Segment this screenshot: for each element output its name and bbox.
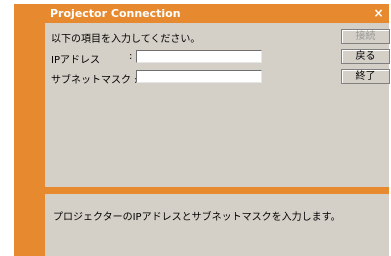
ip-address-input[interactable]: [136, 50, 262, 63]
instruction-text: 以下の項目を入力してください。: [51, 34, 201, 45]
subnet-mask-input[interactable]: [136, 70, 262, 83]
subnet-mask-label: サブネットマスク :: [51, 75, 138, 86]
projector-connection-dialog: Projector Connection × 以下の項目を入力してください。 I…: [14, 4, 390, 256]
help-text: プロジェクターのIPアドレスとサブネットマスクを入力します。: [53, 212, 341, 223]
ip-address-label: IPアドレス: [51, 55, 100, 66]
connect-button[interactable]: 接続: [341, 29, 390, 44]
help-panel: プロジェクターのIPアドレスとサブネットマスクを入力します。: [45, 194, 389, 256]
form-area: 以下の項目を入力してください。 IPアドレス : サブネットマスク : 接続 戻…: [45, 23, 390, 187]
ip-address-colon: :: [129, 51, 133, 62]
close-icon[interactable]: ×: [372, 7, 385, 20]
title-bar: Projector Connection ×: [45, 4, 389, 23]
left-accent-strip: [14, 4, 45, 256]
orange-divider: [45, 187, 389, 194]
window-title: Projector Connection: [50, 7, 181, 20]
exit-button[interactable]: 終了: [341, 69, 390, 84]
back-button[interactable]: 戻る: [341, 49, 390, 64]
